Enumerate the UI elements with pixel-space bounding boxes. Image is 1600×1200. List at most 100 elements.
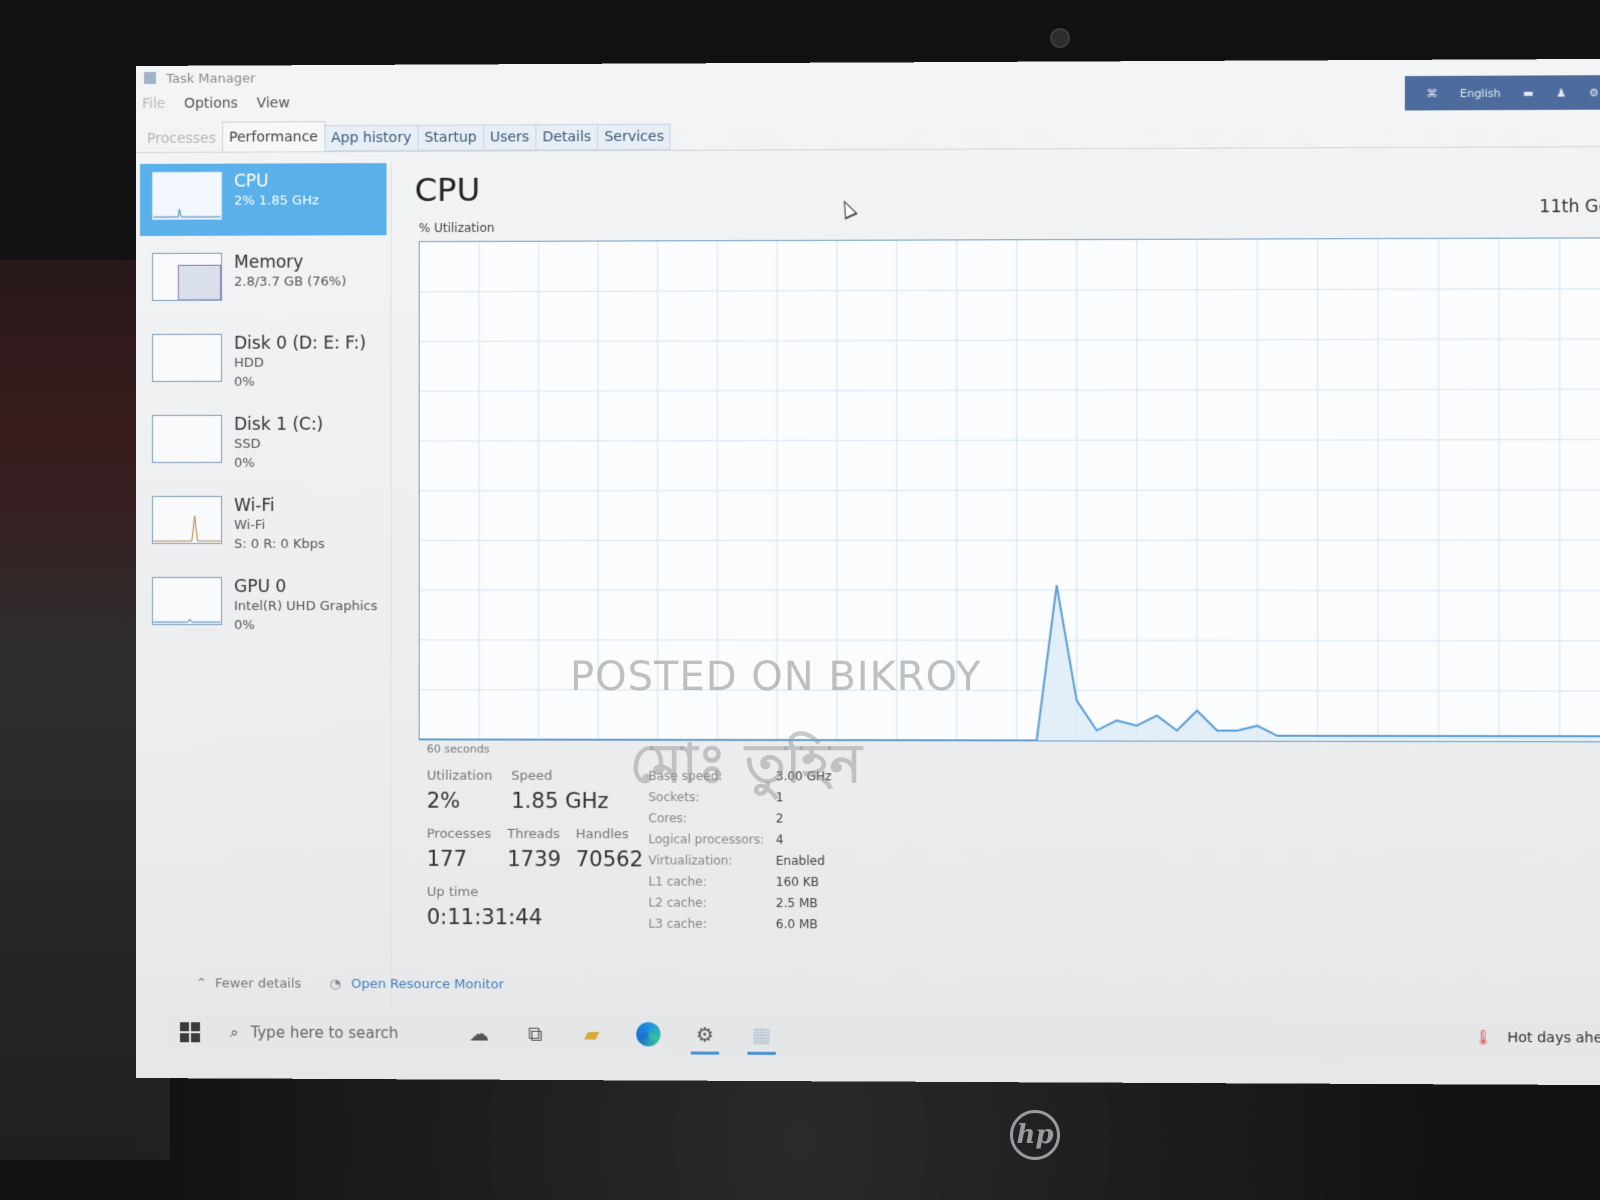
sidebar-item-memory[interactable]: Memory 2.8/3.7 GB (76%) — [140, 244, 387, 317]
edge-browser-icon[interactable] — [630, 1014, 666, 1054]
watermark-name: মোঃ তুহিন — [630, 732, 862, 795]
resource-sidebar: CPU 2% 1.85 GHz Memory 2.8/3.7 GB (76%) … — [139, 163, 387, 650]
weather-widget[interactable]: 🌡 Hot days ahead — [1474, 1030, 1600, 1047]
tab-users[interactable]: Users — [482, 124, 537, 151]
windows-start-icon[interactable] — [180, 1022, 201, 1043]
stat-label: Threads — [507, 826, 560, 843]
stat-label: Utilization — [426, 768, 493, 784]
spec-row: Logical processors: 4 — [648, 832, 831, 854]
sidebar-item-cpu[interactable]: CPU 2% 1.85 GHz — [139, 163, 387, 236]
wifi-thumbnail-graph — [153, 515, 221, 542]
page-title: CPU — [414, 170, 481, 210]
spec-key: Virtualization: — [648, 853, 733, 868]
sidebar-item-label: Disk 1 (C:) — [234, 414, 324, 435]
spec-key: L2 cache: — [648, 895, 707, 910]
sidebar-item-label: Wi-Fi — [234, 495, 275, 516]
tab-startup[interactable]: Startup — [417, 124, 484, 151]
spec-value: 2 — [775, 811, 784, 826]
sidebar-item-label: CPU — [234, 171, 269, 192]
sidebar-item-wifi[interactable]: Wi-Fi Wi-Fi S: 0 R: 0 Kbps — [140, 488, 387, 560]
sidebar-item-value: 0% — [234, 374, 255, 390]
disk-1-thumbnail — [151, 414, 223, 463]
menu-bar: File Options View — [142, 95, 304, 112]
file-explorer-icon[interactable]: ▰ — [574, 1014, 610, 1054]
stat-label: Handles — [575, 827, 629, 843]
mouse-cursor-icon — [837, 197, 858, 220]
hp-logo: hp — [1010, 1110, 1060, 1160]
task-view-icon[interactable]: ⧉ — [517, 1014, 553, 1054]
settings-gear-icon[interactable]: ⚙ — [687, 1014, 723, 1054]
taskbar-search[interactable]: ⌕ Type here to search — [230, 1023, 441, 1042]
resource-monitor-icon[interactable]: ◔ — [330, 977, 341, 992]
stat-handles: Handles 70562 — [576, 827, 643, 871]
stat-speed: Speed 1.85 GHz — [511, 769, 608, 813]
stat-value: 1739 — [507, 846, 562, 872]
sidebar-item-label: Disk 0 (D: E: F:) — [234, 333, 367, 354]
fewer-details-link[interactable]: Fewer details — [196, 976, 301, 991]
sidebar-item-label: Memory — [234, 252, 304, 273]
sidebar-item-value: S: 0 R: 0 Kbps — [234, 536, 325, 552]
taskbar-widget-icon[interactable]: ☁ — [461, 1013, 497, 1053]
stat-value: 2% — [426, 788, 461, 813]
stat-threads: Threads 1739 — [507, 827, 561, 871]
sidebar-item-disk-0[interactable]: Disk 0 (D: E: F:) HDD 0% — [140, 325, 387, 398]
chart-y-caption: % Utilization — [418, 220, 495, 236]
language-bar[interactable]: ⌘ English ▬ ♟ ⚙ — [1404, 75, 1600, 111]
spec-value: 6.0 MB — [775, 917, 818, 932]
menu-file[interactable]: File — [142, 96, 165, 112]
sidebar-item-disk-1[interactable]: Disk 1 (C:) SSD 0% — [140, 407, 387, 479]
spec-value: Enabled — [775, 853, 825, 868]
pin-icon[interactable]: ♟ — [1556, 86, 1566, 99]
sidebar-item-detail: 2% 1.85 GHz — [234, 193, 319, 209]
gear-icon[interactable]: ⚙ — [1589, 86, 1599, 99]
stat-processes: Processes 177 — [427, 827, 491, 871]
search-icon: ⌕ — [230, 1023, 239, 1042]
sidebar-divider — [390, 161, 392, 1024]
search-placeholder[interactable]: Type here to search — [251, 1023, 399, 1042]
cpu-thumbnail-graph — [153, 209, 221, 218]
sidebar-item-detail: HDD — [234, 355, 264, 371]
tab-services[interactable]: Services — [597, 123, 672, 151]
footer: Fewer details ◔ Open Resource Monitor — [196, 976, 504, 992]
memory-thumbnail-graph — [177, 264, 221, 300]
sidebar-item-detail: SSD — [234, 436, 261, 452]
spec-row: L2 cache: 2.5 MB — [648, 896, 831, 918]
grid-line-horizontal — [420, 389, 1600, 391]
spec-value: 4 — [775, 832, 784, 847]
tab-strip: Processes Performance App history Startu… — [140, 121, 672, 152]
grid-line-horizontal — [420, 440, 1600, 441]
menu-options[interactable]: Options — [184, 96, 238, 112]
spec-value: 160 KB — [775, 874, 820, 890]
tab-app-history[interactable]: App history — [324, 124, 419, 152]
spec-key: L1 cache: — [648, 874, 707, 889]
sidebar-item-detail: 2.8/3.7 GB (76%) — [234, 274, 347, 290]
window-title: Task Manager — [166, 71, 256, 87]
tab-performance[interactable]: Performance — [222, 121, 326, 152]
spec-row: Virtualization: Enabled — [648, 853, 831, 875]
sidebar-item-detail: Wi-Fi — [234, 517, 266, 533]
minimize-icon[interactable]: ▬ — [1523, 86, 1534, 99]
stat-label: Processes — [426, 826, 492, 842]
ime-icon[interactable]: ⌘ — [1426, 87, 1437, 100]
task-manager-icon — [143, 71, 156, 84]
stat-uptime: Up time 0:11:31:44 — [427, 885, 543, 930]
stat-value: 70562 — [575, 847, 644, 872]
tab-processes[interactable]: Processes — [140, 126, 223, 152]
sidebar-item-label: GPU 0 — [234, 577, 287, 598]
task-manager-taskbar-icon[interactable]: ▦ — [743, 1015, 779, 1055]
sidebar-item-value: 0% — [234, 455, 255, 471]
stat-utilization: Utilization 2% — [427, 769, 493, 813]
sidebar-item-gpu-0[interactable]: GPU 0 Intel(R) UHD Graphics 0% — [140, 569, 387, 641]
spec-value: 2.5 MB — [775, 895, 818, 911]
cpu-model-name: 11th Gen — [1539, 196, 1600, 218]
memory-thumbnail — [151, 252, 223, 301]
tab-details[interactable]: Details — [535, 124, 599, 151]
spec-row: Cores: 2 — [648, 811, 831, 833]
menu-view[interactable]: View — [256, 95, 289, 111]
stat-value: 177 — [426, 846, 468, 871]
language-label[interactable]: English — [1460, 86, 1501, 99]
open-resource-monitor-link[interactable]: Open Resource Monitor — [351, 977, 504, 993]
wifi-thumbnail — [151, 495, 223, 544]
disk-0-thumbnail — [151, 333, 223, 382]
sidebar-item-detail: Intel(R) UHD Graphics — [234, 599, 378, 615]
